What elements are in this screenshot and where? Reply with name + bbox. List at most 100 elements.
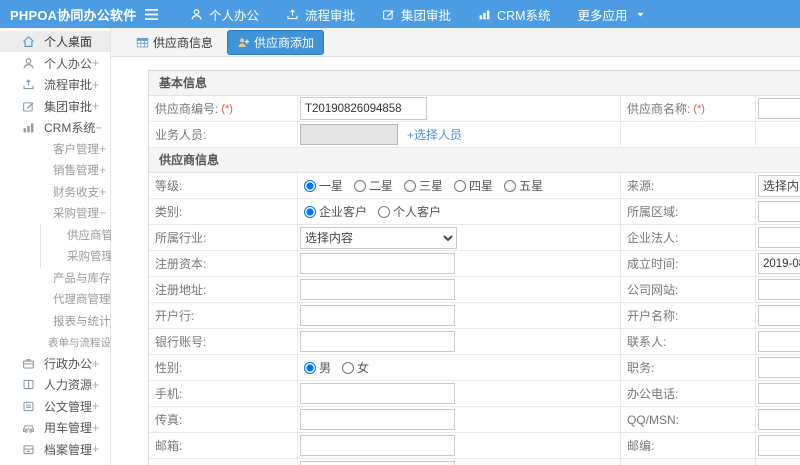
sidebar-item-purchasing[interactable]: 采购管理 [40,245,113,267]
grade-radio-input[interactable] [504,179,517,192]
expand-icon[interactable]: + [99,185,106,199]
field-value-cell [756,225,800,250]
category-radio-0[interactable]: 企业客户 [304,203,367,220]
account-name-input[interactable] [758,305,800,326]
nav-item-more-apps[interactable]: 更多应用 [578,5,645,24]
email-input[interactable] [300,435,455,456]
source-select[interactable]: 选择内容 [758,174,800,197]
sidebar-item-personal-desktop[interactable]: 个人桌面 [0,31,110,53]
grade-radio-3[interactable]: 四星 [454,177,493,194]
sidebar-item-supplier-management[interactable]: 供应商管理 [40,224,125,246]
field-value-cell [756,433,800,458]
company-website-input[interactable] [758,279,800,300]
grade-radio-0[interactable]: 一星 [304,177,343,194]
office-phone-input[interactable] [758,383,800,404]
form-row: 银行账号: 联系人: [149,329,800,355]
gender-radio-input[interactable] [342,361,355,374]
expand-icon[interactable]: + [92,78,99,92]
field-label: 开户行: [155,309,195,323]
expand-icon[interactable]: + [99,163,106,177]
field-label-cell: 传真: [149,407,298,432]
sidebar-item-purchase-management[interactable]: 采购管理 − [0,203,110,224]
expand-icon[interactable]: + [92,421,99,435]
form-row: 开户行: 开户名称: [149,303,800,329]
nav-item-crm-system[interactable]: CRM系统 [478,5,551,24]
hamburger-icon[interactable] [134,8,168,21]
grade-radio-input[interactable] [404,179,417,192]
expand-icon[interactable]: + [92,357,99,371]
industry-select[interactable]: 选择内容 [300,226,457,249]
expand-icon[interactable]: + [92,399,99,413]
nav-item-group-approval[interactable]: 集团审批 [382,5,451,24]
grade-radio-4[interactable]: 五星 [504,177,543,194]
field-value-cell [298,303,621,328]
legal-person-input[interactable] [758,227,800,248]
mobile-input[interactable] [300,383,455,404]
bank-branch-input[interactable] [300,305,455,326]
gender-radio-input[interactable] [304,361,316,374]
sidebar-item-agent-management[interactable]: 代理商管理+ [0,288,118,309]
upload-icon [286,8,299,21]
grade-radio-2[interactable]: 三星 [404,177,443,194]
business-person-input[interactable] [300,124,398,145]
sidebar-item-admin-office[interactable]: 行政办公 + [0,353,110,374]
expand-icon[interactable]: + [92,378,99,392]
form-row: 传真: QQ/MSN: [149,407,800,433]
sidebar-item-vehicle-management[interactable]: 用车管理 + [0,417,110,438]
category-radio-input[interactable] [378,205,391,218]
collapse-icon[interactable]: − [99,206,106,220]
sidebar-item-crm-system[interactable]: CRM系统 − [0,117,110,138]
bank-account-input[interactable] [300,331,455,352]
edit-icon [382,8,395,21]
sidebar-item-sales-management[interactable]: 销售管理 + [0,160,110,181]
expand-icon[interactable]: + [92,442,99,456]
sidebar-item-personal-office[interactable]: 个人办公 + [0,52,110,73]
supplier-code-input[interactable] [300,97,427,120]
founding-date-input[interactable] [758,253,800,274]
expand-icon[interactable]: + [92,56,99,70]
sidebar-item-group-approval[interactable]: 集团审批 + [0,95,110,116]
grade-radio-input[interactable] [354,179,367,192]
select-person-link[interactable]: +选择人员 [407,126,462,143]
expand-icon[interactable]: + [92,99,99,113]
sidebar-item-reports-statistics[interactable]: 报表与统计 [0,310,111,331]
address-input[interactable] [300,461,455,465]
nav-item-label: CRM系统 [497,8,551,23]
qq-msn-input[interactable] [758,409,800,430]
registered-address-input[interactable] [300,279,455,300]
grade-radio-1[interactable]: 二星 [354,177,393,194]
category-radio-1[interactable]: 个人客户 [378,203,441,220]
collapse-icon[interactable]: − [95,121,102,135]
region-input[interactable] [758,201,800,222]
sidebar-item-customer-management[interactable]: 客户管理 + [0,138,110,159]
nav-item-personal-office[interactable]: 个人办公 [190,5,259,24]
field-label: QQ/MSN: [627,412,680,427]
sidebar-item-form-flow-settings[interactable]: 表单与流程设置+ [0,331,130,352]
field-label-cell: 联系人: [621,329,756,354]
grade-radio-input[interactable] [454,179,467,192]
document-icon [22,400,35,413]
category-radio-input[interactable] [304,205,316,218]
sidebar-item-finance-revenue[interactable]: 财务收支 + [0,181,110,202]
expand-icon[interactable]: + [99,142,106,156]
sidebar-item-process-approval[interactable]: 流程审批 + [0,74,110,95]
nav-item-process-approval[interactable]: 流程审批 [286,5,355,24]
supplier-name-input[interactable] [758,98,800,119]
gender-radio-0[interactable]: 男 [304,359,331,376]
contact-person-input[interactable] [758,331,800,352]
position-input[interactable] [758,357,800,378]
postal-code-input[interactable] [758,435,800,456]
gender-radio-1[interactable]: 女 [342,359,369,376]
tab-supplier-add[interactable]: 供应商添加 [227,29,325,55]
registered-capital-input[interactable] [300,253,455,274]
sidebar-item-archive-management[interactable]: 档案管理 + [0,439,110,460]
field-value-cell [298,329,621,354]
grade-radio-input[interactable] [304,179,316,192]
form-row: 地址: [149,459,800,465]
field-label: 邮编: [627,439,655,453]
fax-input[interactable] [300,409,455,430]
sidebar-item-product-inventory[interactable]: 产品与库存+ [0,267,118,288]
sidebar-item-human-resources[interactable]: 人力资源 + [0,374,110,395]
tab-supplier-info[interactable]: 供应商信息 [131,31,218,54]
sidebar-item-document-management[interactable]: 公文管理 + [0,396,110,417]
